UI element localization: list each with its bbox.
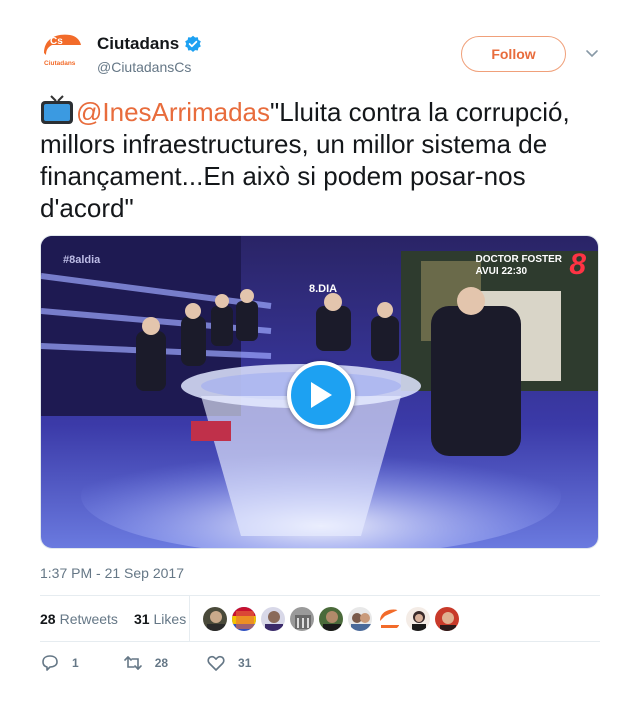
- reply-count: 1: [72, 656, 79, 670]
- retweet-icon: [123, 656, 142, 670]
- ciutadans-logo-icon: Cs Ciutadans: [40, 31, 84, 75]
- television-icon: [41, 95, 73, 124]
- likes-count: 31: [133, 610, 150, 627]
- play-icon: [311, 382, 332, 408]
- channel-logo: 8: [569, 248, 586, 281]
- tweet-timestamp[interactable]: 1:37 PM - 21 Sep 2017: [40, 565, 184, 581]
- heart-icon: [207, 655, 225, 671]
- video-player[interactable]: #8aldia DOCTOR FOSTER AVUI 22:30 8 8.DIA: [40, 235, 599, 549]
- tweet-header: Cs Ciutadans Ciutadans @CiutadansCs Foll…: [40, 31, 600, 79]
- verified-badge-icon: [185, 35, 201, 52]
- reply-icon: [42, 655, 58, 671]
- studio-label: 8.DIA: [309, 283, 338, 295]
- liker-avatar[interactable]: [318, 606, 344, 632]
- tweet-actions: 1 28 31: [40, 652, 271, 674]
- likes-stat[interactable]: 31 Likes: [134, 611, 186, 627]
- liker-avatar[interactable]: [347, 606, 373, 632]
- retweets-label: Retweets: [59, 610, 118, 627]
- retweet-count: 28: [154, 656, 169, 670]
- liker-avatar[interactable]: [231, 606, 257, 632]
- mention-link[interactable]: @InesArrimadas: [76, 97, 270, 127]
- likers-avatars: [202, 606, 463, 632]
- svg-text:Cs: Cs: [50, 36, 63, 47]
- promo-line-2: AVUI 22:30: [475, 266, 528, 277]
- follow-button[interactable]: Follow: [461, 36, 566, 72]
- video-promo-text: DOCTOR FOSTER AVUI 22:30: [476, 254, 562, 278]
- liker-avatar[interactable]: [202, 606, 228, 632]
- retweet-action[interactable]: 28: [123, 653, 168, 673]
- liker-avatar[interactable]: [289, 606, 315, 632]
- author-display-name[interactable]: Ciutadans: [97, 34, 179, 54]
- chevron-down-icon[interactable]: [585, 46, 599, 60]
- liker-avatar[interactable]: [376, 606, 402, 632]
- reply-action[interactable]: 1: [40, 653, 79, 673]
- liker-avatar[interactable]: [434, 606, 460, 632]
- like-count: 31: [238, 656, 252, 670]
- stats-divider: [189, 596, 190, 641]
- retweets-count: 28: [40, 610, 56, 627]
- tweet-text: @InesArrimadas"Lluita contra la corrupci…: [40, 95, 600, 224]
- liker-avatar[interactable]: [405, 606, 431, 632]
- svg-text:Ciutadans: Ciutadans: [44, 60, 76, 67]
- author-name-block: Ciutadans @CiutadansCs: [97, 34, 202, 75]
- author-handle[interactable]: @CiutadansCs: [97, 59, 202, 75]
- video-hashtag: #8aldia: [63, 254, 101, 266]
- tweet-stats: 28 Retweets 31 Likes: [40, 595, 600, 642]
- like-action[interactable]: 31: [206, 653, 251, 673]
- likes-label: Likes: [153, 610, 187, 627]
- liker-avatar[interactable]: [260, 606, 286, 632]
- promo-line-1: DOCTOR FOSTER: [475, 254, 562, 265]
- retweets-stat[interactable]: 28 Retweets: [40, 611, 118, 627]
- author-avatar[interactable]: Cs Ciutadans: [40, 31, 84, 75]
- play-button[interactable]: [287, 361, 355, 429]
